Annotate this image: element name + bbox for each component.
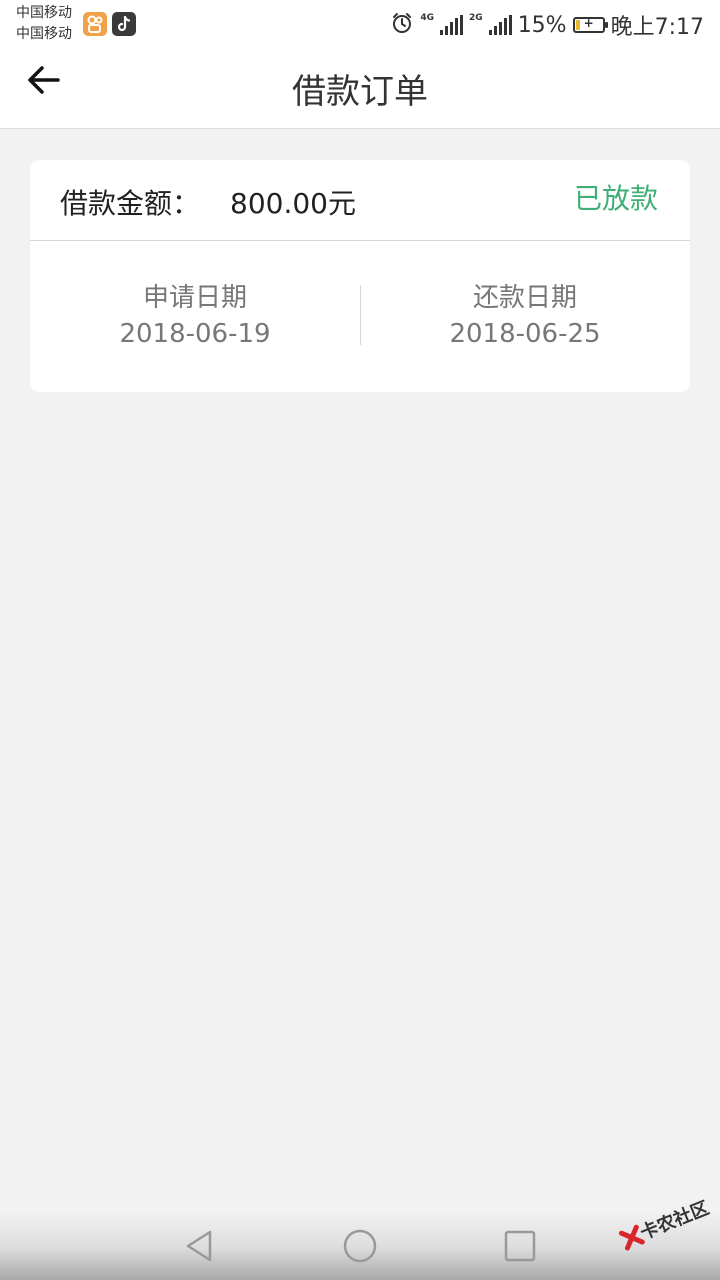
battery-percent: 15% [517, 12, 567, 38]
network-1-label: 4G [420, 13, 435, 23]
nav-back-icon [186, 1230, 212, 1262]
kuaishou-app-icon [83, 12, 107, 36]
signal-icon [488, 15, 512, 35]
loan-amount-label: 借款金额： [60, 187, 201, 220]
carrier-1: 中国移动 [16, 5, 72, 21]
nav-recent-icon [504, 1230, 536, 1262]
alarm-icon [390, 11, 414, 39]
nav-home-icon [343, 1229, 377, 1263]
repay-date-value: 2018-06-25 [449, 319, 601, 349]
loan-amount-value: 800.00元 [230, 187, 356, 220]
battery-plus-icon: + [583, 16, 594, 30]
status-bar: 中国移动 中国移动 4G 2G 15% + 晚上7:17 [0, 0, 720, 50]
clock: 晚上7:17 [610, 15, 704, 40]
battery-charging-icon: + [572, 16, 608, 33]
nav-home-button[interactable] [340, 1226, 380, 1266]
repay-date-block: 还款日期 2018-06-25 [360, 280, 690, 352]
watermark-text: 卡农社区 [637, 1197, 713, 1245]
status-badge: 已放款 [573, 182, 658, 215]
tiktok-app-icon [112, 12, 136, 36]
signal-icon [440, 15, 464, 35]
network-2-label: 2G [469, 13, 483, 23]
carrier-info: 中国移动 中国移动 [16, 3, 72, 45]
loan-order-card[interactable]: 借款金额： 800.00元 已放款 申请日期 2018-06-19 还款日期 2… [30, 160, 690, 392]
page-title: 借款订单 [292, 72, 428, 112]
apply-date-value: 2018-06-19 [119, 319, 271, 349]
status-right: 4G 2G 15% + 晚上7:17 [390, 8, 704, 42]
card-header: 借款金额： 800.00元 已放款 [30, 160, 690, 241]
nav-recent-button[interactable] [500, 1226, 540, 1266]
carrier-2: 中国移动 [16, 26, 72, 42]
header-bar: 借款订单 [0, 50, 720, 129]
apply-date-block: 申请日期 2018-06-19 [30, 280, 360, 352]
repay-date-label: 还款日期 [472, 283, 577, 313]
apply-date-label: 申请日期 [142, 283, 247, 313]
nav-back-button[interactable] [180, 1226, 220, 1266]
